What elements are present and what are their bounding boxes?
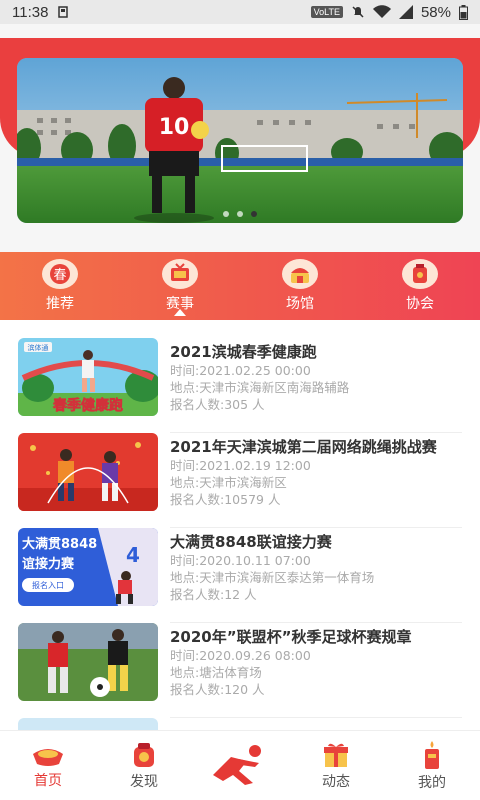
event-thumbnail — [18, 433, 158, 511]
status-time: 11:38 — [12, 3, 49, 21]
home-icon — [33, 748, 63, 766]
status-bar: 11:38 VoLTE 58% — [0, 0, 480, 24]
tab-recommend[interactable]: 春 推荐 — [0, 252, 120, 320]
battery-percent: 58% — [420, 3, 451, 21]
event-thumbnail: 滨体通 春季健康跑 — [18, 338, 158, 416]
event-thumbnail — [18, 623, 158, 701]
carousel-dot[interactable] — [223, 211, 229, 217]
tab-venue[interactable]: 场馆 — [240, 252, 360, 320]
carousel-dot-active[interactable] — [251, 211, 257, 217]
app-screen: 11:38 VoLTE 58% 10 春 推荐 赛事 场馆 协会 滨体通 春季健… — [0, 0, 480, 800]
svg-text:大满贯8848: 大满贯8848 — [22, 536, 97, 552]
event-time: 时间:2020.09.26 08:00 — [170, 648, 311, 663]
nav-center[interactable] — [192, 731, 288, 800]
venue-icon — [282, 259, 318, 289]
tab-association[interactable]: 协会 — [360, 252, 480, 320]
nav-home[interactable]: 首页 — [0, 731, 96, 800]
tab-events[interactable]: 赛事 — [120, 252, 240, 320]
event-time: 时间:2021.02.25 00:00 — [170, 363, 311, 378]
nav-label: 动态 — [322, 773, 350, 790]
discover-icon — [134, 742, 154, 767]
svg-text:10: 10 — [159, 115, 190, 140]
svg-text:报名入口: 报名入口 — [32, 580, 64, 590]
svg-text:滨体通: 滨体通 — [28, 343, 49, 352]
event-signups: 报名人数:120 人 — [170, 682, 265, 697]
gift-icon — [324, 743, 348, 767]
active-tab-indicator — [174, 309, 186, 316]
profile-icon — [425, 740, 439, 769]
event-thumbnail — [18, 718, 158, 730]
nav-updates[interactable]: 动态 — [288, 731, 384, 800]
event-icon — [162, 259, 198, 289]
event-title: 2020年”联盟杯”秋季足球杯赛规章 — [170, 628, 412, 646]
tab-label: 协会 — [406, 296, 434, 312]
tab-label: 场馆 — [286, 296, 314, 312]
event-location: 地点:天津市滨海新区 — [170, 475, 287, 490]
event-title: 大满贯8848联谊接力赛 — [170, 533, 332, 551]
event-time: 时间:2021.02.19 12:00 — [170, 458, 311, 473]
event-signups: 报名人数:12 人 — [170, 587, 257, 602]
banner-carousel[interactable]: 10 — [17, 58, 463, 223]
svg-text:春季健康跑: 春季健康跑 — [52, 397, 123, 414]
volte-badge: VoLTE — [310, 6, 343, 18]
carousel-dots — [223, 211, 257, 217]
bottom-nav: 首页 发现 动态 我的 — [0, 730, 480, 800]
event-signups: 报名人数:305 人 — [170, 397, 265, 412]
svg-text:谊接力赛: 谊接力赛 — [22, 556, 75, 572]
recommend-icon: 春 — [42, 259, 78, 289]
carousel-dot[interactable] — [237, 211, 243, 217]
nav-label: 我的 — [418, 774, 446, 791]
wifi-icon — [372, 5, 391, 18]
runner-logo-icon — [213, 744, 261, 785]
event-signups: 报名人数:10579 人 — [170, 492, 281, 507]
association-icon — [402, 259, 438, 289]
svg-text:4: 4 — [126, 543, 140, 567]
event-item[interactable]: 滨体通 春季健康跑 2021滨城春季健康跑 时间:2021.02.25 00:0… — [0, 320, 480, 433]
banner-image: 10 — [17, 58, 463, 223]
svg-text:春: 春 — [53, 268, 66, 283]
category-tabs: 春 推荐 赛事 场馆 协会 — [0, 252, 480, 320]
event-thumbnail: 4 大满贯8848 谊接力赛 报名入口 — [18, 528, 158, 606]
nav-label: 首页 — [34, 772, 62, 789]
event-location: 地点:塘沽体育场 — [170, 665, 262, 680]
signal-icon — [398, 5, 413, 19]
nav-label: 发现 — [130, 773, 158, 790]
tab-label: 推荐 — [46, 296, 74, 312]
event-location: 地点:天津市滨海新区泰达第一体育场 — [170, 570, 375, 585]
event-time: 时间:2020.10.11 07:00 — [170, 553, 311, 568]
nav-profile[interactable]: 我的 — [384, 731, 480, 800]
event-title: 2021滨城春季健康跑 — [170, 343, 317, 361]
event-location: 地点:天津市滨海新区南海路辅路 — [170, 380, 350, 395]
mute-icon — [352, 6, 364, 18]
event-title: 2021年天津滨城第二届网络跳绳挑战赛 — [170, 438, 437, 456]
nav-discover[interactable]: 发现 — [96, 731, 192, 800]
battery-icon — [459, 4, 468, 20]
notification-icon — [58, 6, 69, 18]
event-list: 滨体通 春季健康跑 2021滨城春季健康跑 时间:2021.02.25 00:0… — [0, 320, 480, 730]
